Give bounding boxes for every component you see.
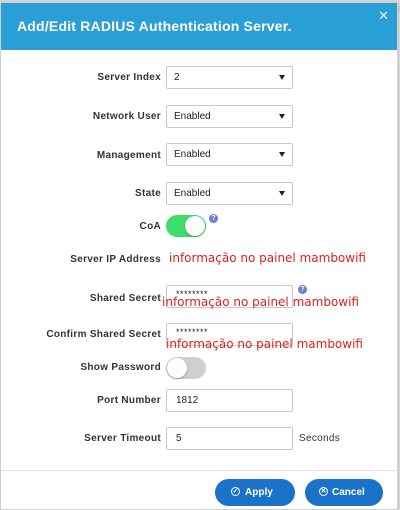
server-index-value: 2 [174,72,180,83]
help-icon[interactable]: ? [298,285,307,294]
chevron-down-icon [279,75,285,80]
show-password-toggle[interactable] [166,357,206,379]
server-index-label: Server Index [97,72,161,83]
coa-label: CoA [139,221,161,232]
server-timeout-input[interactable]: 5 [166,427,293,450]
network-user-select[interactable]: Enabled [166,105,293,128]
confirm-shared-secret-label: Confirm Shared Secret [46,329,161,340]
server-ip-label: Server IP Address [70,254,161,265]
chevron-down-icon [279,152,285,157]
shared-secret-label: Shared Secret [89,293,161,304]
management-value: Enabled [174,149,211,160]
apply-button-label: Apply [245,487,273,498]
cancel-button[interactable]: ✕ Cancel [305,479,383,506]
cancel-button-label: Cancel [332,487,365,498]
state-select[interactable]: Enabled [166,182,293,205]
server-timeout-unit: Seconds [299,433,341,444]
network-user-label: Network User [92,111,161,122]
port-number-label: Port Number [97,395,161,406]
chevron-down-icon [279,114,285,119]
radius-server-dialog: Add/Edit RADIUS Authentication Server. ✕… [0,2,398,510]
show-password-label: Show Password [80,362,161,373]
apply-button[interactable]: ✓ Apply [215,479,295,506]
help-icon[interactable]: ? [209,214,218,223]
management-label: Management [96,150,161,161]
server-ip-overlay-text: informação no painel mambowifi [169,251,366,265]
footer-divider [1,470,397,471]
state-label: State [135,188,161,199]
chevron-down-icon [279,191,285,196]
check-circle-icon: ✓ [231,487,240,496]
server-timeout-label: Server Timeout [84,433,161,444]
shared-secret-overlay-text: informação no painel mambowifi [162,295,359,309]
dialog-title: Add/Edit RADIUS Authentication Server. [17,18,292,34]
x-circle-icon: ✕ [319,487,328,496]
port-number-input[interactable]: 1812 [166,389,293,412]
network-user-value: Enabled [174,111,211,122]
confirm-shared-secret-overlay-text: informação no painel mambowifi [166,337,363,351]
state-value: Enabled [174,188,211,199]
server-index-select[interactable]: 2 [166,66,293,89]
management-select[interactable]: Enabled [166,143,293,166]
coa-toggle[interactable] [166,215,206,237]
toggle-knob [185,216,205,236]
close-icon[interactable]: ✕ [378,9,389,22]
toggle-knob [167,358,187,378]
dialog-header: Add/Edit RADIUS Authentication Server. ✕ [1,3,397,50]
